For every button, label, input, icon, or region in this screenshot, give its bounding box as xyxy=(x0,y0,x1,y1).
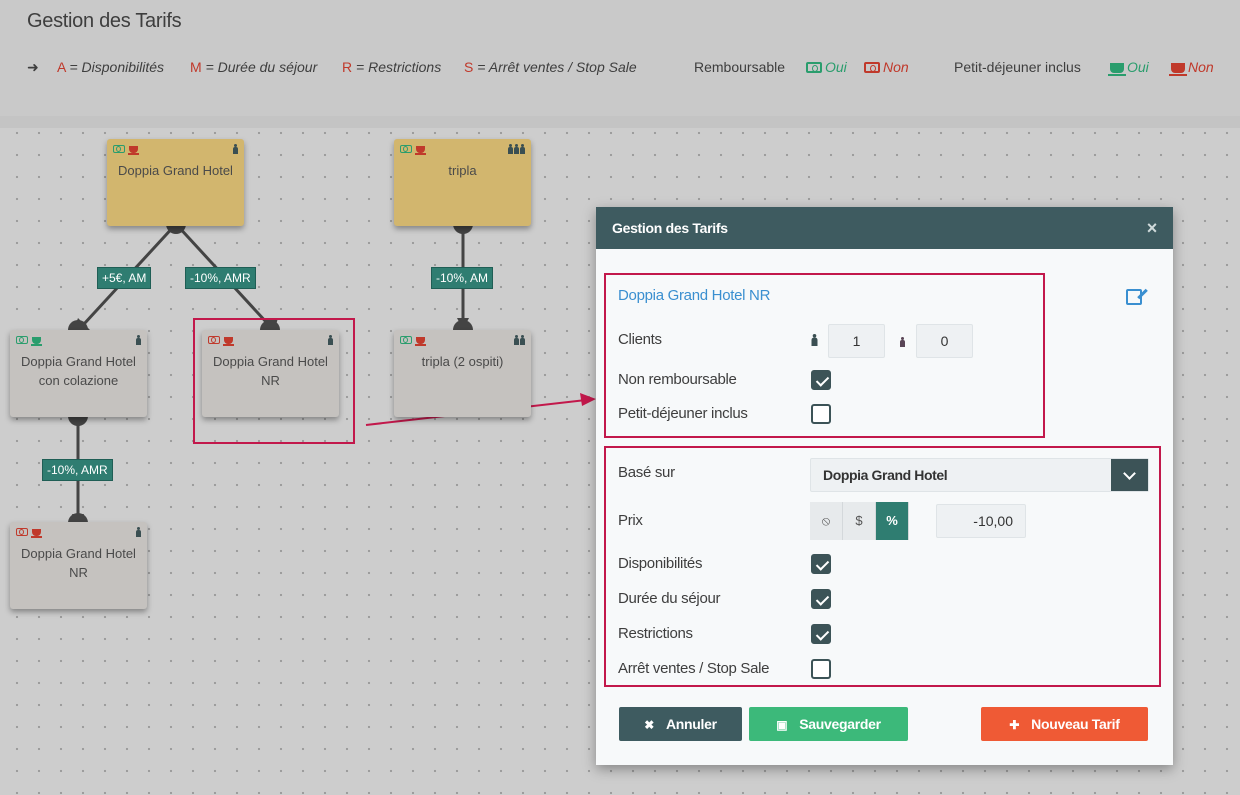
rate-node[interactable]: tripla xyxy=(394,139,531,226)
availability-checkbox[interactable] xyxy=(811,554,831,574)
price-input[interactable]: -10,00 xyxy=(936,504,1026,538)
person-icon xyxy=(513,333,525,352)
restrictions-checkbox[interactable] xyxy=(811,624,831,644)
edit-icon[interactable] xyxy=(1126,289,1142,305)
non-refundable-checkbox[interactable] xyxy=(811,370,831,390)
breakfast-yes-icon xyxy=(31,337,42,346)
edge-label[interactable]: -10%, AMR xyxy=(185,267,256,289)
stay-length-checkbox[interactable] xyxy=(811,589,831,609)
person-icon xyxy=(232,142,238,161)
refundable-yes-icon xyxy=(113,145,125,153)
new-rate-button[interactable]: ✚ Nouveau Tarif xyxy=(981,707,1148,741)
price-label: Prix xyxy=(618,512,643,529)
node-badges xyxy=(113,143,141,162)
refundable-yes-icon xyxy=(16,336,28,344)
amount-mode-icon[interactable]: $ xyxy=(843,502,876,540)
edge-label[interactable]: -10%, AMR xyxy=(42,459,113,481)
cancel-button[interactable]: ✖ Annuler xyxy=(619,707,742,741)
legend-letter-r: R xyxy=(342,59,353,75)
restrictions-label: Restrictions xyxy=(618,625,693,642)
legend-refundable-yes: Oui xyxy=(825,59,847,75)
legend-text-m: = Durée du séjour xyxy=(205,59,318,75)
arrow-right-icon: ➜ xyxy=(27,59,39,75)
person-icon xyxy=(507,142,525,161)
breakfast-no-icon xyxy=(31,529,42,538)
node-badges xyxy=(16,334,44,353)
dialog-title: Gestion des Tarifs xyxy=(612,220,728,236)
node-label: tripla xyxy=(448,163,477,178)
plus-icon: ✚ xyxy=(1009,718,1020,732)
legend-breakfast-no: Non xyxy=(1188,59,1214,75)
legend-letter-m: M xyxy=(190,59,202,75)
edge-label[interactable]: +5€, AM xyxy=(97,267,152,289)
price-mode-toggle: ⦸ $ % xyxy=(810,502,917,540)
rate-name-link[interactable]: Doppia Grand Hotel NR xyxy=(618,287,770,304)
legend-breakfast-label: Petit-déjeuner inclus xyxy=(954,59,1081,75)
adults-input[interactable]: 1 xyxy=(828,324,885,358)
refundable-no-icon xyxy=(16,528,28,536)
refundable-yes-icon xyxy=(806,62,822,73)
no-price-icon[interactable]: ⦸ xyxy=(810,502,843,540)
breakfast-yes-icon xyxy=(1108,63,1126,76)
child-icon xyxy=(900,337,905,347)
close-icon: ✖ xyxy=(644,718,654,732)
selected-node-highlight xyxy=(193,318,355,444)
legend-text-r: = Restrictions xyxy=(356,59,442,75)
legend-letter-s: S xyxy=(464,59,474,75)
node-label: Doppia Grand Hotel NR xyxy=(21,546,136,580)
chevron-down-icon[interactable] xyxy=(1111,459,1148,491)
breakfast-no-icon xyxy=(128,146,139,155)
adult-icon xyxy=(811,334,818,346)
non-refundable-label: Non remboursable xyxy=(618,371,737,388)
page-header: Gestion des Tarifs ➜ A = Disponibilités … xyxy=(0,0,1240,116)
person-icon xyxy=(135,333,141,352)
legend-refundable-no: Non xyxy=(883,59,909,75)
based-on-value: Doppia Grand Hotel xyxy=(823,467,948,483)
stay-length-label: Durée du séjour xyxy=(618,590,721,607)
availability-label: Disponibilités xyxy=(618,555,703,572)
based-on-label: Basé sur xyxy=(618,464,675,481)
based-on-select[interactable]: Doppia Grand Hotel xyxy=(810,458,1149,492)
new-rate-button-label: Nouveau Tarif xyxy=(1031,716,1120,732)
node-label: tripla (2 ospiti) xyxy=(421,354,504,369)
node-label: Doppia Grand Hotel xyxy=(118,163,233,178)
stop-sale-checkbox[interactable] xyxy=(811,659,831,679)
page-title: Gestion des Tarifs xyxy=(27,10,182,32)
save-button[interactable]: ▣ Sauvegarder xyxy=(749,707,908,741)
breakfast-label: Petit-déjeuner inclus xyxy=(618,405,748,422)
cancel-button-label: Annuler xyxy=(665,716,717,732)
refundable-no-icon xyxy=(864,62,880,73)
dialog-header: Gestion des Tarifs × xyxy=(596,207,1173,249)
legend-text-s: = Arrêt ventes / Stop Sale xyxy=(477,59,637,75)
clients-label: Clients xyxy=(618,331,662,348)
legend-letter-a: A xyxy=(57,59,66,75)
rate-dialog: Gestion des Tarifs × Doppia Grand Hotel … xyxy=(596,207,1173,765)
refundable-yes-icon xyxy=(400,145,412,153)
node-label: Doppia Grand Hotel con colazione xyxy=(21,354,136,388)
children-input[interactable]: 0 xyxy=(916,324,973,358)
rate-node[interactable]: tripla (2 ospiti) xyxy=(394,330,531,417)
edge-label[interactable]: -10%, AM xyxy=(431,267,494,289)
breakfast-checkbox[interactable] xyxy=(811,404,831,424)
legend-breakfast-yes: Oui xyxy=(1127,59,1149,75)
rate-node[interactable]: Doppia Grand Hotel xyxy=(107,139,244,226)
save-button-label: Sauvegarder xyxy=(799,716,881,732)
node-badges xyxy=(400,334,428,353)
person-icon xyxy=(135,525,141,544)
refundable-yes-icon xyxy=(400,336,412,344)
breakfast-no-icon xyxy=(415,337,426,346)
close-icon[interactable]: × xyxy=(1147,207,1158,249)
legend-refundable-label: Remboursable xyxy=(694,59,786,75)
breakfast-no-icon xyxy=(415,146,426,155)
rate-node[interactable]: Doppia Grand Hotel NR xyxy=(10,522,147,609)
legend-text-a: = Disponibilités xyxy=(69,59,165,75)
breakfast-no-icon xyxy=(1169,63,1187,76)
percent-mode-icon[interactable]: % xyxy=(876,502,909,540)
node-badges xyxy=(16,526,44,545)
stop-sale-label: Arrêt ventes / Stop Sale xyxy=(618,660,770,677)
canvas-divider xyxy=(0,116,1240,128)
node-badges xyxy=(400,143,428,162)
save-icon: ▣ xyxy=(776,718,788,732)
rate-node[interactable]: Doppia Grand Hotel con colazione xyxy=(10,330,147,417)
